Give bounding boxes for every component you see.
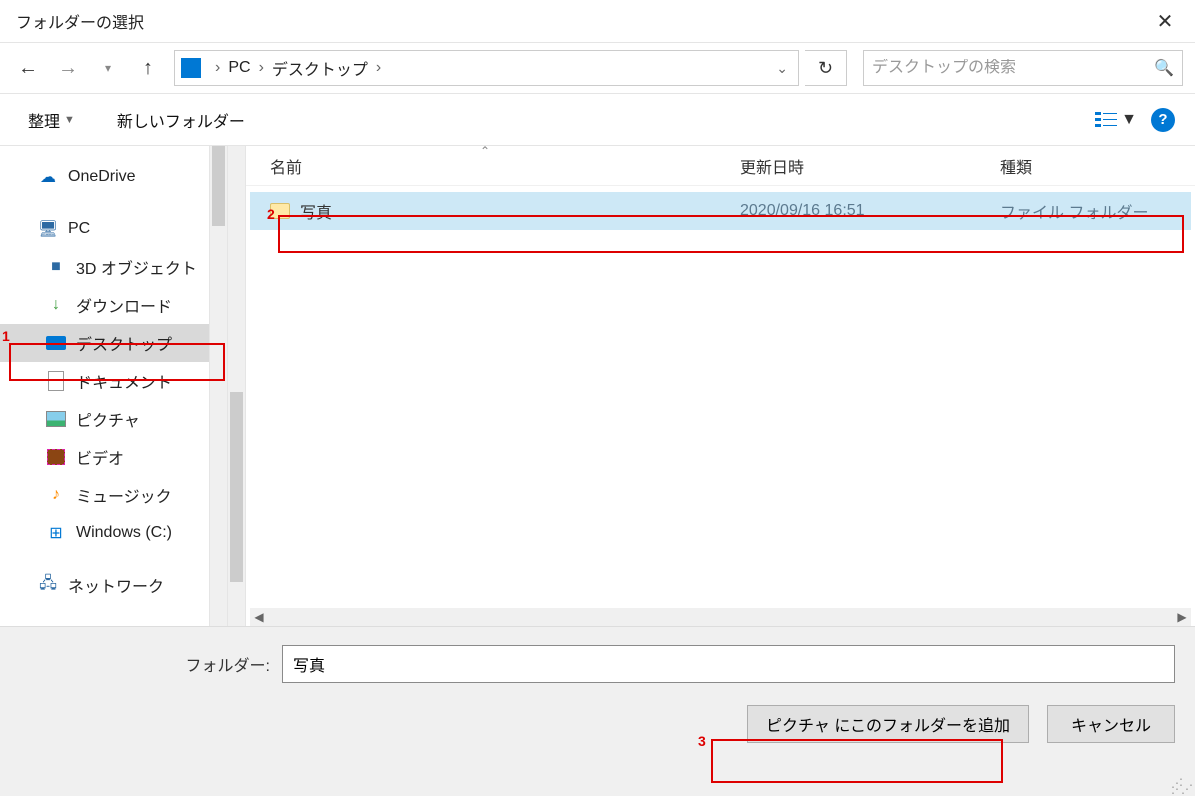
file-row[interactable]: 写真 2020/09/16 16:51 ファイル フォルダー (250, 192, 1191, 230)
divider-scrollbar[interactable] (228, 146, 246, 626)
sidebar-item-desktop[interactable]: デスクトップ (0, 324, 209, 362)
sidebar-item-3d[interactable]: ■ 3D オブジェクト (0, 248, 209, 286)
download-icon: ↓ (46, 295, 66, 315)
picture-icon (46, 409, 66, 429)
sidebar-scrollbar[interactable] (209, 146, 227, 626)
up-button[interactable]: ↑ (132, 52, 164, 84)
chevron-down-icon: ▼ (64, 114, 75, 126)
recent-dropdown[interactable]: ▾ (92, 52, 124, 84)
sidebar-item-network[interactable]: 🖧 ネットワーク (0, 566, 209, 604)
search-icon[interactable]: 🔍 (1154, 58, 1174, 78)
breadcrumb-pc[interactable]: PC (228, 59, 250, 77)
scroll-right-icon[interactable]: ▶ (1173, 610, 1191, 624)
breadcrumb-desktop[interactable]: デスクトップ (272, 56, 368, 80)
column-name[interactable]: 名前 ⌃ (270, 154, 740, 178)
folder-row: フォルダー: (20, 645, 1175, 683)
navbar: ← → ▾ ↑ › PC › デスクトップ › ⌄ ↻ 🔍 (0, 42, 1195, 94)
column-type[interactable]: 種類 (1000, 154, 1195, 178)
chevron-down-icon: ▼ (1121, 111, 1137, 129)
drive-icon: ⊞ (46, 523, 66, 543)
body-row: ☁ OneDrive 🖥 PC ■ 3D オブジェクト ↓ ダウンロード デスク… (0, 146, 1195, 626)
sidebar-item-pictures[interactable]: ピクチャ (0, 400, 209, 438)
breadcrumb: › PC › デスクトップ › (209, 56, 387, 80)
list-view-icon (1095, 111, 1117, 129)
back-button[interactable]: ← (12, 52, 44, 84)
folder-label: フォルダー: (20, 652, 282, 676)
addressbar[interactable]: › PC › デスクトップ › ⌄ (174, 50, 799, 86)
sidebar: ☁ OneDrive 🖥 PC ■ 3D オブジェクト ↓ ダウンロード デスク… (0, 146, 228, 626)
file-name-cell: 写真 (270, 199, 740, 223)
button-row: ピクチャ にこのフォルダーを追加 キャンセル (20, 705, 1175, 743)
organize-menu[interactable]: 整理 ▼ (20, 102, 83, 138)
sidebar-item-videos[interactable]: ビデオ (0, 438, 209, 476)
scrollbar-thumb[interactable] (230, 392, 243, 582)
toolbar-right: ▼ ? (1095, 108, 1175, 132)
sort-indicator-icon: ⌃ (480, 144, 490, 158)
sidebar-item-documents[interactable]: ドキュメント (0, 362, 209, 400)
horizontal-scrollbar[interactable]: ◀ ▶ (250, 608, 1191, 626)
searchbox[interactable]: 🔍 (863, 50, 1183, 86)
sidebar-item-music[interactable]: ♪ ミュージック (0, 476, 209, 514)
nav-arrows: ← → ▾ ↑ (12, 52, 164, 84)
content-pane: 名前 ⌃ 更新日時 種類 写真 2020/09/16 16:51 ファイル フォ… (246, 146, 1195, 626)
desktop-icon (46, 333, 66, 353)
pc-icon: 🖥 (38, 219, 58, 239)
cancel-button[interactable]: キャンセル (1047, 705, 1175, 743)
help-button[interactable]: ? (1151, 108, 1175, 132)
search-input[interactable] (872, 59, 1154, 77)
sidebar-item-downloads[interactable]: ↓ ダウンロード (0, 286, 209, 324)
sidebar-item-onedrive[interactable]: ☁ OneDrive (0, 158, 209, 196)
scrollbar-thumb[interactable] (212, 146, 225, 226)
add-folder-button[interactable]: ピクチャ にこのフォルダーを追加 (747, 705, 1029, 743)
onedrive-icon: ☁ (38, 167, 58, 187)
close-button[interactable]: ✕ (1149, 5, 1181, 37)
window-title: フォルダーの選択 (16, 9, 144, 33)
file-date-cell: 2020/09/16 16:51 (740, 202, 1000, 220)
chevron-right-icon: › (209, 59, 226, 77)
sidebar-item-windows-c[interactable]: ⊞ Windows (C:) (0, 514, 209, 552)
cube-icon: ■ (46, 257, 66, 277)
network-icon: 🖧 (38, 575, 58, 595)
bottombar: フォルダー: ピクチャ にこのフォルダーを追加 キャンセル ⋰⋰⋰ (0, 626, 1195, 796)
refresh-button[interactable]: ↻ (805, 50, 847, 86)
chevron-right-icon: › (370, 59, 387, 77)
new-folder-button[interactable]: 新しいフォルダー (109, 102, 253, 138)
tree: ☁ OneDrive 🖥 PC ■ 3D オブジェクト ↓ ダウンロード デスク… (0, 146, 209, 626)
sidebar-item-pc[interactable]: 🖥 PC (0, 210, 209, 248)
file-type-cell: ファイル フォルダー (1000, 199, 1191, 223)
resize-grip-icon[interactable]: ⋰⋰⋰ (1171, 780, 1191, 792)
column-date[interactable]: 更新日時 (740, 154, 1000, 178)
address-dropdown[interactable]: ⌄ (772, 60, 792, 77)
scroll-left-icon[interactable]: ◀ (250, 610, 268, 624)
view-mode-button[interactable]: ▼ (1095, 111, 1137, 129)
toolbar: 整理 ▼ 新しいフォルダー ▼ ? (0, 94, 1195, 146)
titlebar: フォルダーの選択 ✕ (0, 0, 1195, 42)
chevron-right-icon: › (253, 59, 270, 77)
folder-icon (270, 203, 290, 219)
video-icon (46, 447, 66, 467)
column-headers: 名前 ⌃ 更新日時 種類 (246, 146, 1195, 186)
forward-button[interactable]: → (52, 52, 84, 84)
document-icon (46, 371, 66, 391)
filelist: 写真 2020/09/16 16:51 ファイル フォルダー (246, 186, 1195, 608)
folder-icon (181, 58, 201, 78)
music-icon: ♪ (46, 485, 66, 505)
folder-name-input[interactable] (282, 645, 1175, 683)
